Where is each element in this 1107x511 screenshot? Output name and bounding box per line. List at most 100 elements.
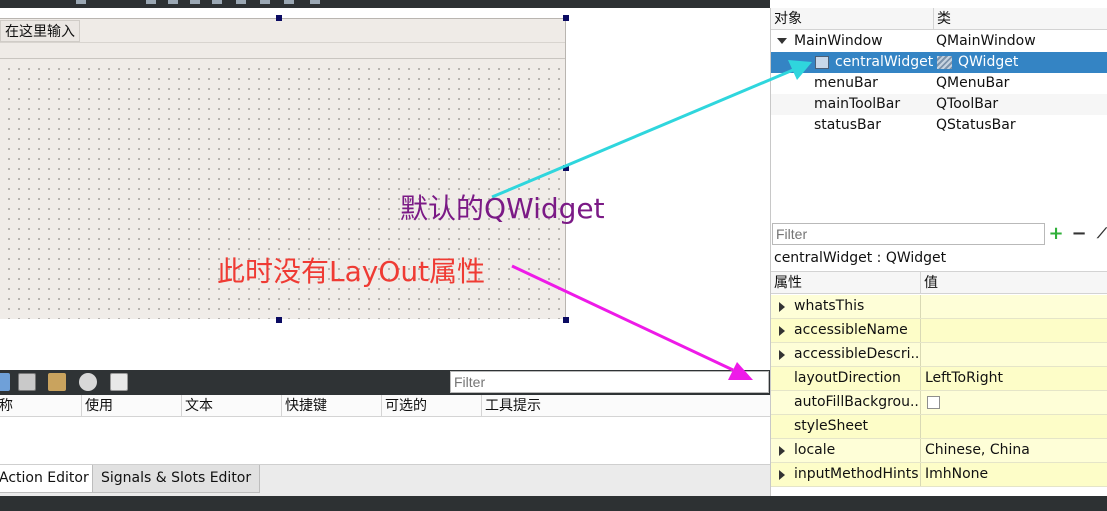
toolbar-icon[interactable]	[76, 0, 86, 4]
column-header-checkable[interactable]: 可选的	[381, 395, 481, 417]
property-row-inputmethodhints[interactable]: inputMethodHints ImhNone	[771, 463, 1107, 487]
tree-row-centralwidget[interactable]: centralWidget QWidget	[771, 52, 1107, 73]
property-row-accessiblename[interactable]: accessibleName	[771, 319, 1107, 343]
property-row-autofillbackground[interactable]: autoFillBackgrou...	[771, 391, 1107, 415]
column-header-text[interactable]: 文本	[181, 395, 281, 417]
add-property-button[interactable]: +	[1046, 224, 1066, 244]
remove-property-button[interactable]: −	[1069, 224, 1089, 244]
resize-handle[interactable]	[563, 15, 569, 21]
property-table-header: 属性 值	[771, 271, 1107, 294]
property-name: accessibleDescri...	[794, 346, 921, 362]
delete-icon[interactable]	[79, 373, 97, 391]
new-action-icon[interactable]	[0, 373, 10, 391]
property-name: whatsThis	[794, 298, 865, 314]
object-inspector: 对象 类 MainWindow QMainWindow centralWidge…	[770, 8, 1107, 222]
toolbar-icon[interactable]	[146, 0, 156, 4]
object-name: statusBar	[814, 117, 881, 133]
menu-type-here-placeholder[interactable]: 在这里输入	[0, 20, 80, 42]
resize-handle[interactable]	[563, 165, 569, 171]
object-class: QMainWindow	[936, 33, 1036, 49]
object-class: QToolBar	[936, 96, 999, 112]
property-value[interactable]: Chinese, China	[923, 439, 1030, 462]
tab-signals-slots-editor[interactable]: Signals & Slots Editor	[92, 465, 261, 493]
object-class: QWidget	[958, 54, 1019, 70]
status-strip	[0, 496, 1107, 511]
tree-row-menubar[interactable]: menuBar QMenuBar	[771, 73, 1107, 94]
property-name: layoutDirection	[794, 370, 901, 386]
expand-arrow-icon[interactable]	[779, 350, 785, 360]
tree-row-maintoolbar[interactable]: mainToolBar QToolBar	[771, 94, 1107, 115]
annotation-no-layout: 此时没有LayOut属性	[217, 255, 486, 288]
toolbar-icon[interactable]	[168, 0, 178, 4]
object-name: mainToolBar	[814, 96, 901, 112]
toolbar-icon[interactable]	[310, 0, 320, 4]
configure-icon[interactable]	[110, 373, 128, 391]
resize-handle[interactable]	[276, 317, 282, 323]
toolbar-icon[interactable]	[236, 0, 246, 4]
selected-object-label: centralWidget : QWidget	[774, 250, 947, 266]
column-header-used[interactable]: 使用	[81, 395, 181, 417]
object-class: QStatusBar	[936, 117, 1016, 133]
resize-handle[interactable]	[563, 317, 569, 323]
copy-icon[interactable]	[18, 373, 36, 391]
property-row-locale[interactable]: locale Chinese, China	[771, 439, 1107, 463]
paste-icon[interactable]	[48, 373, 66, 391]
tree-row-mainwindow[interactable]: MainWindow QMainWindow	[771, 31, 1107, 52]
toolbar-icon[interactable]	[212, 0, 222, 4]
object-inspector-header: 对象 类	[771, 8, 1107, 30]
widget-layout-icon	[815, 56, 829, 69]
property-row-whatsthis[interactable]: whatsThis	[771, 295, 1107, 319]
action-editor-panel: 称 使用 文本 快捷键 可选的 工具提示 Action Editor Signa…	[0, 370, 770, 496]
property-row-accessibledescription[interactable]: accessibleDescri...	[771, 343, 1107, 367]
property-value[interactable]: ImhNone	[923, 463, 988, 486]
property-value[interactable]	[923, 319, 925, 342]
expand-arrow-icon[interactable]	[779, 326, 785, 336]
action-table-header: 称 使用 文本 快捷键 可选的 工具提示	[0, 395, 770, 417]
property-name: inputMethodHints	[794, 466, 919, 482]
property-row-layoutdirection[interactable]: layoutDirection LeftToRight	[771, 367, 1107, 391]
autofill-checkbox[interactable]	[927, 396, 940, 409]
expand-arrow-icon[interactable]	[777, 38, 787, 44]
resize-handle[interactable]	[276, 15, 282, 21]
object-name: menuBar	[814, 75, 878, 91]
expand-arrow-icon[interactable]	[779, 470, 785, 480]
object-name: MainWindow	[794, 33, 883, 49]
property-value[interactable]: LeftToRight	[923, 367, 1003, 390]
toolbar-icon[interactable]	[284, 0, 294, 4]
object-class: QMenuBar	[936, 75, 1010, 91]
form-toolbar-area[interactable]	[0, 44, 565, 59]
column-header-class[interactable]: 类	[933, 8, 951, 30]
property-value[interactable]	[923, 415, 925, 438]
column-header-name[interactable]: 称	[0, 395, 81, 417]
tree-row-statusbar[interactable]: statusBar QStatusBar	[771, 115, 1107, 136]
column-header-shortcut[interactable]: 快捷键	[281, 395, 381, 417]
form-menubar[interactable]: 在这里输入	[0, 19, 565, 43]
action-filter-input[interactable]	[450, 371, 769, 393]
property-editor: + − ⟋ centralWidget : QWidget 属性 值 whats…	[770, 222, 1107, 496]
property-filter-input[interactable]	[772, 223, 1045, 245]
property-name: locale	[794, 442, 836, 458]
form-editor-canvas[interactable]: 在这里输入	[0, 8, 770, 370]
editor-tab-bar: Action Editor Signals & Slots Editor	[0, 464, 770, 496]
property-name: styleSheet	[794, 418, 869, 434]
expand-arrow-icon[interactable]	[779, 446, 785, 456]
property-value[interactable]	[923, 295, 925, 318]
object-name: centralWidget	[835, 54, 934, 70]
property-name: accessibleName	[794, 322, 908, 338]
tab-action-editor[interactable]: Action Editor	[0, 465, 98, 493]
configure-wrench-icon[interactable]: ⟋	[1092, 224, 1107, 244]
property-value[interactable]	[923, 343, 925, 366]
expand-arrow-icon[interactable]	[779, 302, 785, 312]
toolbar-icon[interactable]	[260, 0, 270, 4]
column-header-property[interactable]: 属性	[771, 272, 802, 294]
column-header-value[interactable]: 值	[920, 272, 938, 294]
property-name: autoFillBackgrou...	[794, 394, 921, 410]
widget-class-icon	[937, 56, 952, 69]
column-header-tooltip[interactable]: 工具提示	[481, 395, 770, 417]
column-header-object[interactable]: 对象	[771, 8, 802, 30]
action-editor-toolbar	[0, 370, 770, 395]
designer-toolbar	[0, 0, 770, 8]
qt-designer-window: 在这里输入 称 使用 文本 快捷键 可选的 工具提示 Act	[0, 0, 1107, 511]
property-row-stylesheet[interactable]: styleSheet	[771, 415, 1107, 439]
toolbar-icon[interactable]	[190, 0, 200, 4]
